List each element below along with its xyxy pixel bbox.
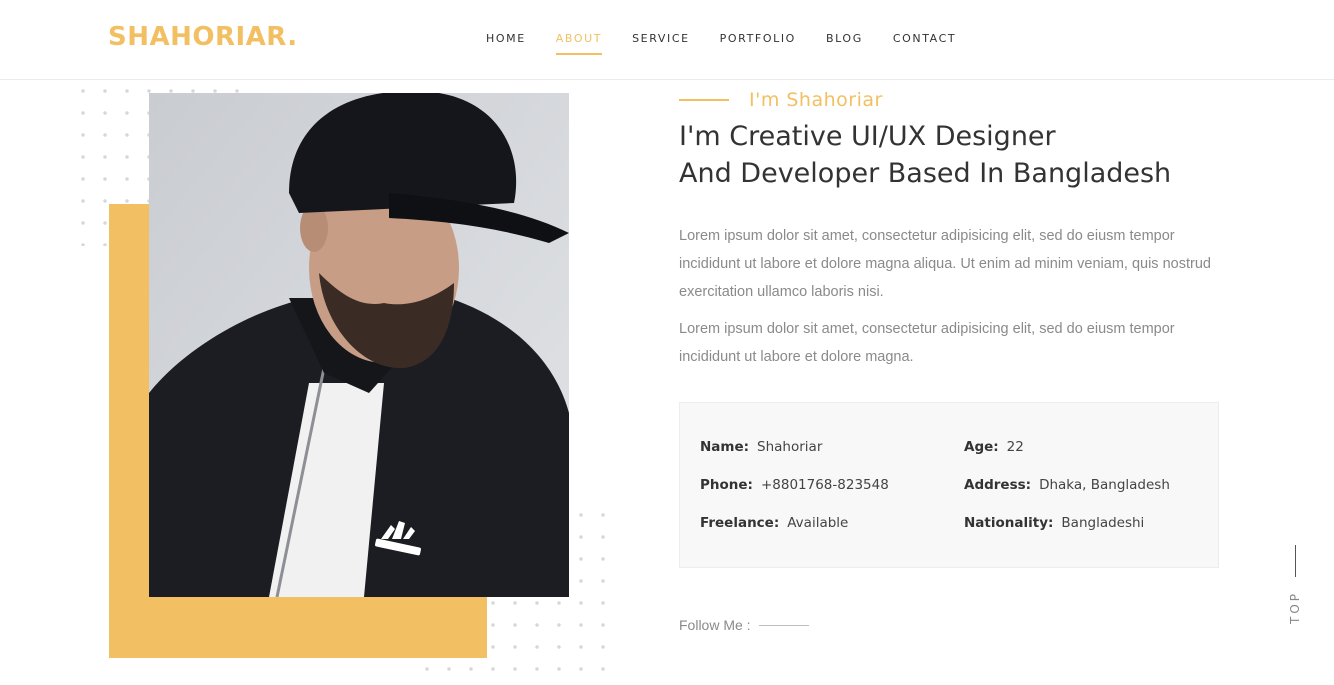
logo-text: SHAHORIAR xyxy=(108,22,288,52)
nav-service[interactable]: SERVICE xyxy=(632,32,690,55)
page-title: I'm Creative UI/UX Designer And Develope… xyxy=(679,118,1239,192)
info-age: Age: 22 xyxy=(964,439,1024,455)
logo-dot: . xyxy=(287,22,298,52)
title-line-1: I'm Creative UI/UX Designer xyxy=(679,121,1056,152)
info-age-label: Age: xyxy=(964,439,999,455)
follow-decoration-line xyxy=(758,624,809,626)
follow-me: Follow Me : xyxy=(679,617,809,633)
info-phone-value: +8801768-823548 xyxy=(760,477,889,493)
profile-photo xyxy=(149,93,569,597)
nav-portfolio[interactable]: PORTFOLIO xyxy=(720,32,796,55)
info-freelance: Freelance: Available xyxy=(700,515,848,531)
info-name-label: Name: xyxy=(700,439,750,455)
info-nationality-value: Bangladeshi xyxy=(1061,515,1145,531)
info-address-label: Address: xyxy=(964,477,1032,493)
subtitle-row: I'm Shahoriar xyxy=(679,89,883,111)
nav-home[interactable]: HOME xyxy=(486,32,526,55)
info-phone: Phone: +8801768-823548 xyxy=(700,477,889,493)
site-header: SHAHORIAR. HOME ABOUT SERVICE PORTFOLIO … xyxy=(0,0,1334,80)
scroll-top-button[interactable]: TOP xyxy=(1284,586,1306,628)
subtitle-decoration-line xyxy=(679,99,729,101)
info-address: Address: Dhaka, Bangladesh xyxy=(964,477,1170,493)
nav-contact[interactable]: CONTACT xyxy=(893,32,956,55)
title-line-2: And Developer Based In Bangladesh xyxy=(679,158,1172,189)
nav-blog[interactable]: BLOG xyxy=(826,32,863,55)
intro-paragraph-2: Lorem ipsum dolor sit amet, consectetur … xyxy=(679,321,1175,365)
info-name: Name: Shahoriar xyxy=(700,439,822,455)
info-nationality-label: Nationality: xyxy=(964,515,1054,531)
subtitle: I'm Shahoriar xyxy=(749,89,883,111)
info-phone-label: Phone: xyxy=(700,477,753,493)
info-age-value: 22 xyxy=(1006,439,1024,455)
main-nav: HOME ABOUT SERVICE PORTFOLIO BLOG CONTAC… xyxy=(486,32,956,55)
info-nationality: Nationality: Bangladeshi xyxy=(964,515,1144,531)
info-freelance-label: Freelance: xyxy=(700,515,780,531)
follow-label: Follow Me : xyxy=(679,617,751,633)
personal-info-box: Name: Shahoriar Age: 22 Phone: +8801768-823… xyxy=(679,402,1219,568)
nav-about[interactable]: ABOUT xyxy=(555,32,603,55)
info-freelance-value: Available xyxy=(787,515,849,531)
intro-paragraph-1: Lorem ipsum dolor sit amet, consectetur … xyxy=(679,228,1211,300)
scroll-top-line xyxy=(1295,545,1296,577)
logo[interactable]: SHAHORIAR. xyxy=(108,22,298,52)
info-address-value: Dhaka, Bangladesh xyxy=(1039,477,1170,493)
info-name-value: Shahoriar xyxy=(757,439,823,455)
